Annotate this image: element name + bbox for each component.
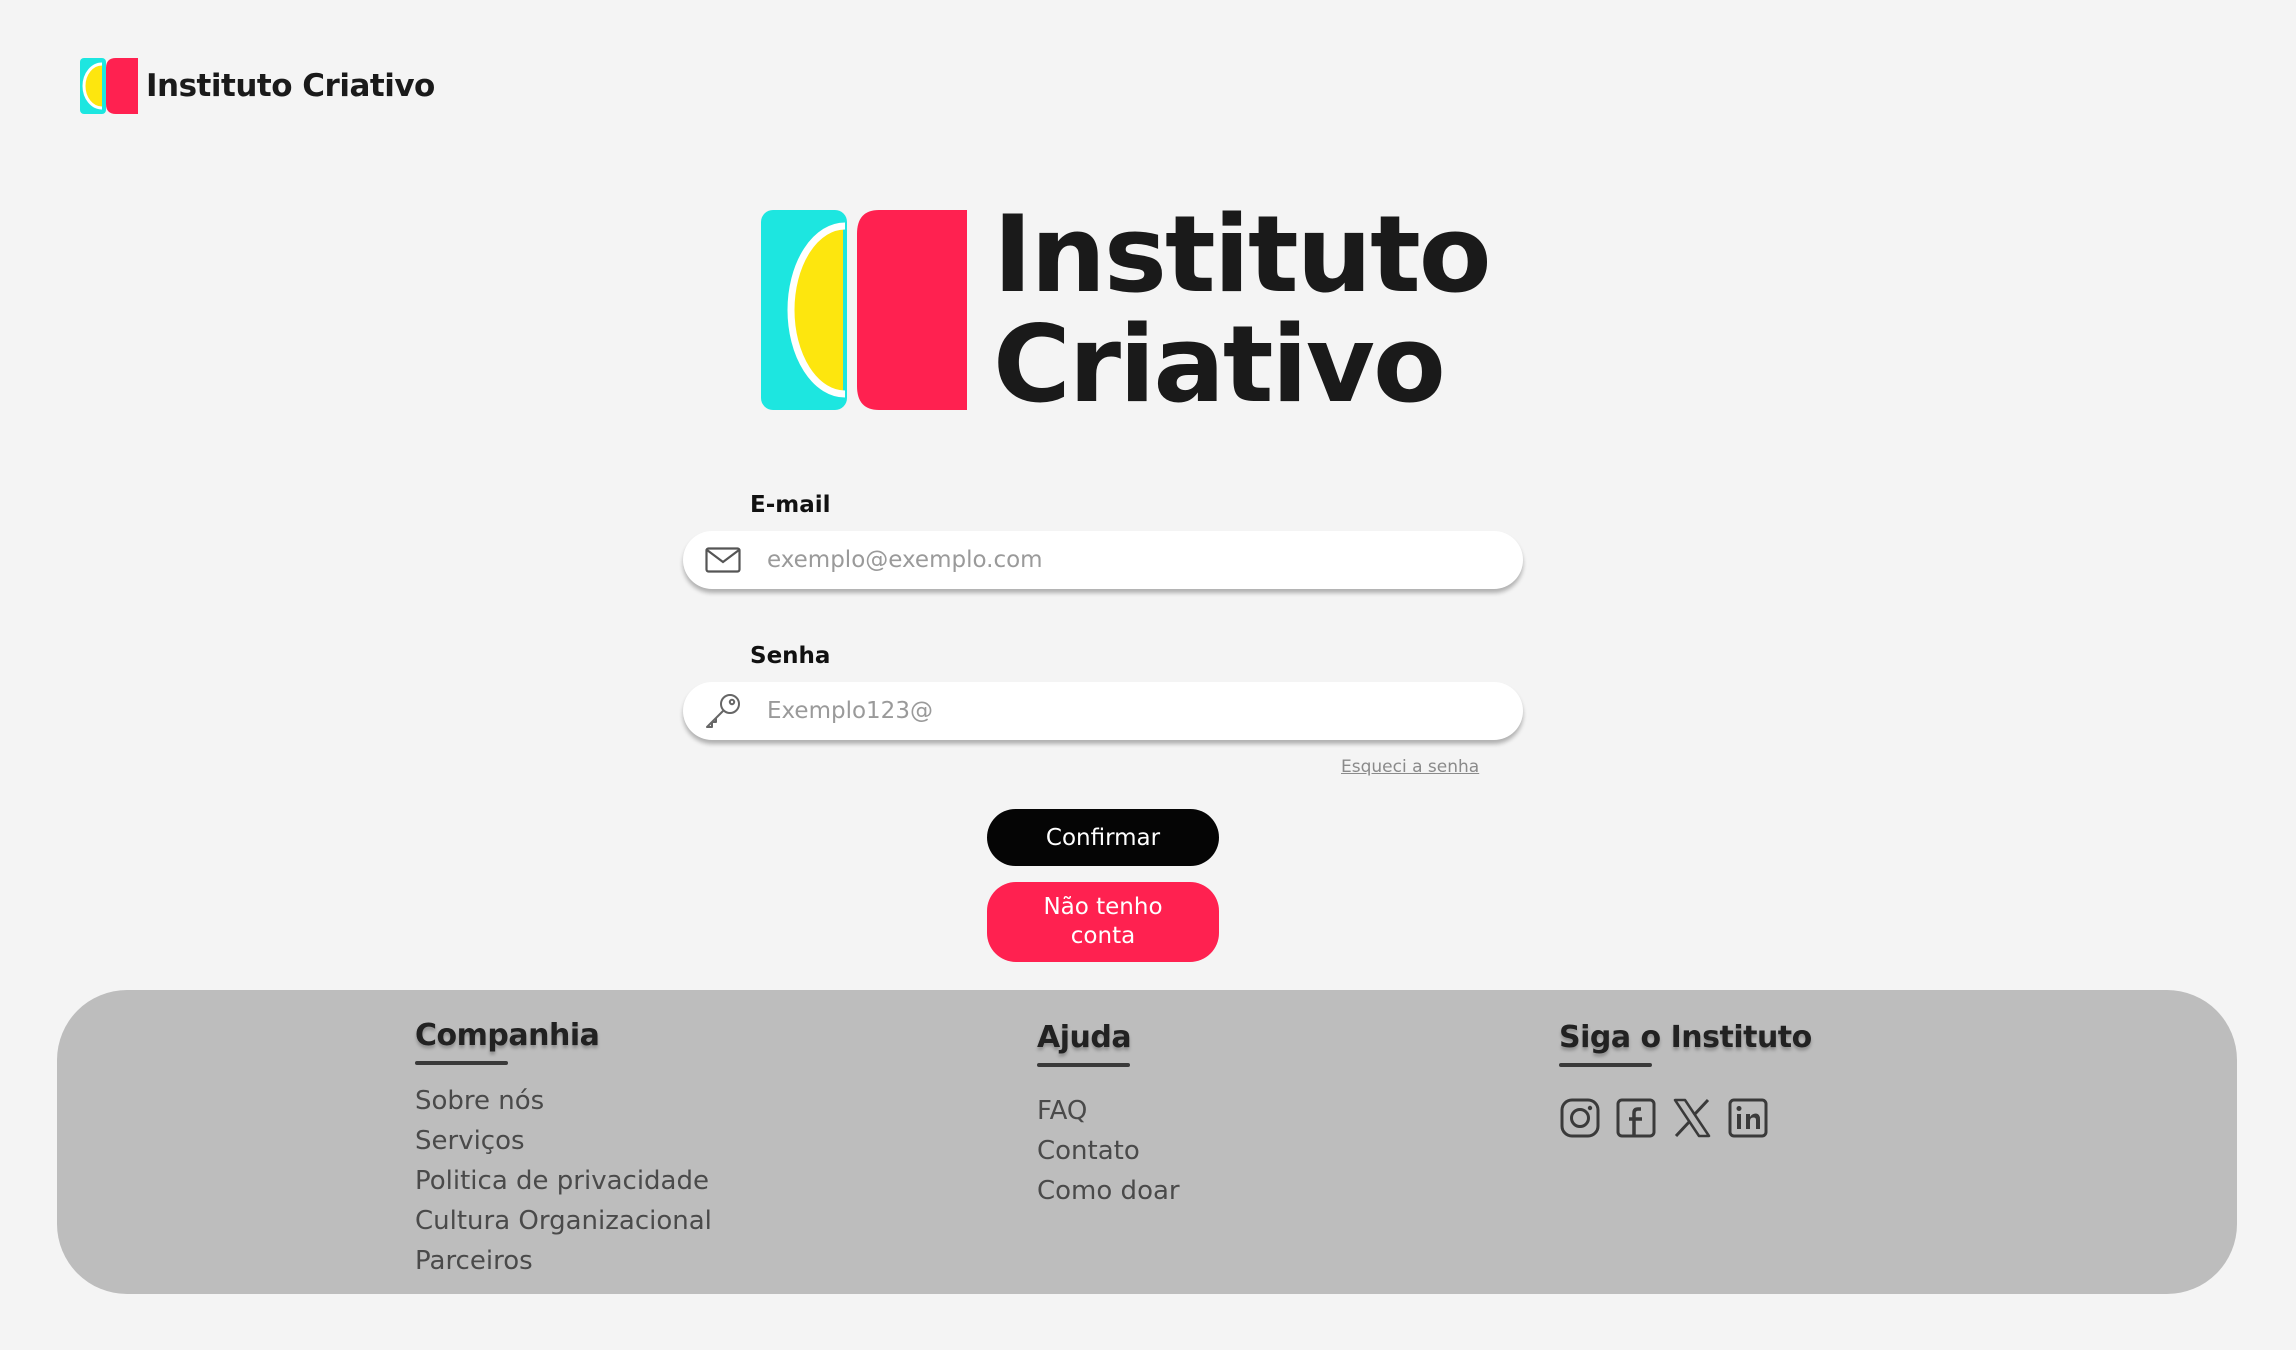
facebook-icon[interactable] <box>1615 1097 1657 1139</box>
header-logo[interactable]: Instituto Criativo <box>80 58 435 114</box>
header-brand-name: Instituto Criativo <box>146 68 435 104</box>
x-icon[interactable] <box>1671 1097 1713 1139</box>
social-links <box>1559 1097 1812 1139</box>
footer-follow-title: Siga o Instituto <box>1559 1020 1812 1055</box>
footer-title-underline <box>1037 1063 1130 1067</box>
email-label: E-mail <box>750 492 831 518</box>
footer-link-donate[interactable]: Como doar <box>1037 1171 1180 1211</box>
footer-link-about[interactable]: Sobre nós <box>415 1081 712 1121</box>
footer: Companhia Sobre nós Serviços Politica de… <box>57 990 2237 1294</box>
hero-line-1: Instituto <box>993 193 1492 316</box>
key-icon <box>703 691 743 731</box>
hero-logo-mark-icon <box>761 210 967 410</box>
footer-help-title: Ajuda <box>1037 1020 1132 1055</box>
hero-logo: Instituto Criativo <box>761 193 1492 426</box>
password-input[interactable] <box>767 691 1467 731</box>
footer-company-column: Companhia Sobre nós Serviços Politica de… <box>415 1018 712 1281</box>
footer-link-faq[interactable]: FAQ <box>1037 1091 1180 1131</box>
footer-link-contact[interactable]: Contato <box>1037 1131 1180 1171</box>
confirm-button[interactable]: Confirmar <box>987 809 1219 866</box>
login-page: Instituto Criativo Instituto Criativo E-… <box>0 0 2296 1350</box>
footer-link-culture[interactable]: Cultura Organizacional <box>415 1201 712 1241</box>
footer-link-services[interactable]: Serviços <box>415 1121 712 1161</box>
no-account-button[interactable]: Não tenho conta <box>987 882 1219 962</box>
instagram-icon[interactable] <box>1559 1097 1601 1139</box>
envelope-icon <box>703 540 743 580</box>
linkedin-icon[interactable] <box>1727 1097 1769 1139</box>
password-label: Senha <box>750 643 831 669</box>
footer-link-partners[interactable]: Parceiros <box>415 1241 712 1281</box>
logo-mark-icon <box>80 58 138 114</box>
footer-title-underline <box>1559 1063 1652 1067</box>
hero-line-2: Criativo <box>993 303 1446 426</box>
password-field[interactable] <box>683 682 1523 740</box>
footer-title-underline <box>415 1061 508 1065</box>
email-input[interactable] <box>767 540 1467 580</box>
footer-link-privacy[interactable]: Politica de privacidade <box>415 1161 712 1201</box>
footer-company-title: Companhia <box>415 1018 600 1053</box>
hero-brand-name: Instituto Criativo <box>993 193 1492 426</box>
footer-help-column: Ajuda FAQ Contato Como doar <box>1037 1020 1180 1211</box>
forgot-password-link[interactable]: Esqueci a senha <box>1341 757 1479 777</box>
email-field[interactable] <box>683 531 1523 589</box>
footer-follow-column: Siga o Instituto <box>1559 1020 1812 1139</box>
